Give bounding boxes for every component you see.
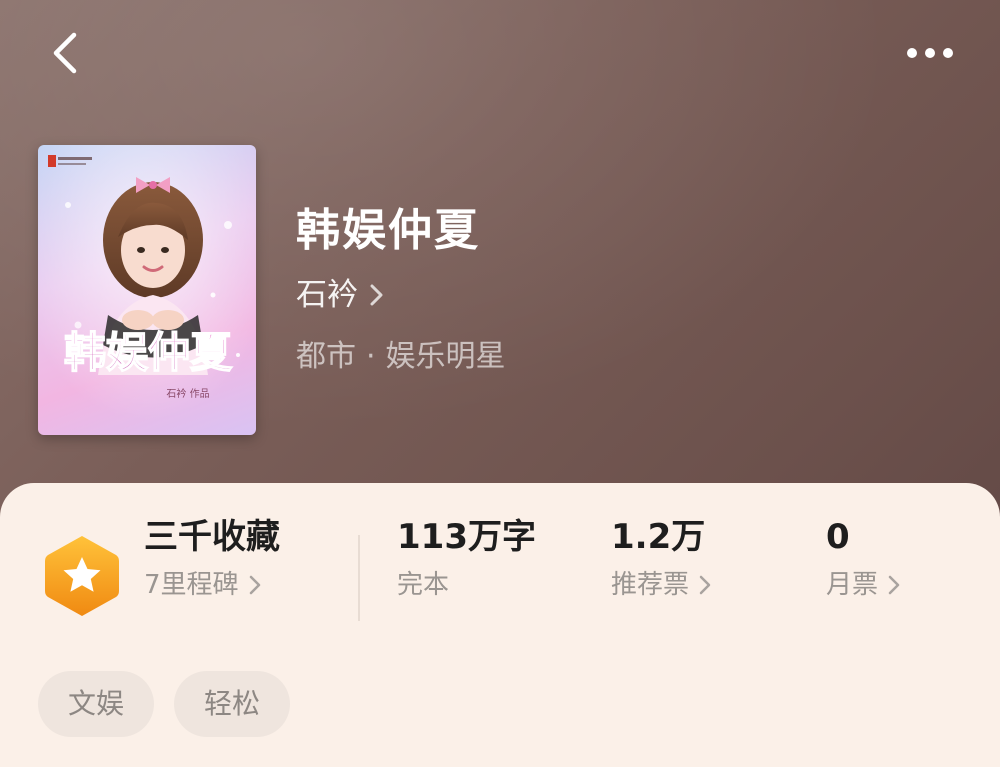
book-cover[interactable]: 韩娱仲夏 石衿 作品 [38,145,256,435]
stat-recommend[interactable]: 1.2万 推荐票 [611,513,713,607]
cover-title-art: 韩娱仲夏 [64,328,233,377]
chevron-right-icon [888,575,900,595]
recommend-value: 1.2万 [611,517,706,557]
collection-value: 三千收藏 [144,517,280,557]
genre-separator: · [366,339,376,374]
back-button[interactable] [40,28,90,78]
tag-list: 文娱 轻松 [38,671,291,737]
collection-label: 7里程碑 [144,570,239,600]
word-count-value: 113万字 [397,517,536,557]
book-info: 韩娱仲夏 石衿 都市 · 娱乐明星 [296,196,506,384]
monthly-value: 0 [826,517,850,557]
tag-chip[interactable]: 轻松 [174,671,291,737]
book-title: 韩娱仲夏 [296,205,480,256]
cover-byline: 石衿 作品 [166,387,209,400]
stats-divider [358,535,360,621]
more-button[interactable] [900,28,960,78]
info-sheet: 三千收藏 7里程碑 113万字 完本 1.2万 推荐票 0 月票 文娱 轻松 [0,483,1000,767]
tag-chip[interactable]: 文娱 [38,671,155,737]
stats-row: 三千收藏 7里程碑 113万字 完本 1.2万 推荐票 0 月票 [0,513,1000,623]
author-link[interactable]: 石衿 [296,268,506,322]
book-detail-page: 韩娱仲夏 石衿 作品 韩娱仲夏 石衿 都市 · 娱乐明星 三千收藏 7里程碑 1… [0,0,1000,767]
stat-monthly[interactable]: 0 月票 [826,513,902,607]
completion-status: 完本 [397,570,450,600]
chevron-left-icon [53,32,77,74]
stat-words: 113万字 完本 [397,513,536,607]
author-name: 石衿 [296,277,358,313]
chevron-right-icon [249,575,260,595]
cover-artwork: 韩娱仲夏 石衿 作品 [38,145,256,435]
recommend-label: 推荐票 [611,570,690,600]
monthly-label: 月票 [826,570,879,600]
more-horizontal-icon [907,48,953,58]
chevron-right-icon [699,575,711,595]
stat-collection[interactable]: 三千收藏 7里程碑 [144,513,280,607]
subcategory: 娱乐明星 [385,339,506,374]
chevron-right-icon [370,284,383,306]
genre-row: 都市 · 娱乐明星 [296,330,506,384]
category: 都市 [296,339,356,374]
